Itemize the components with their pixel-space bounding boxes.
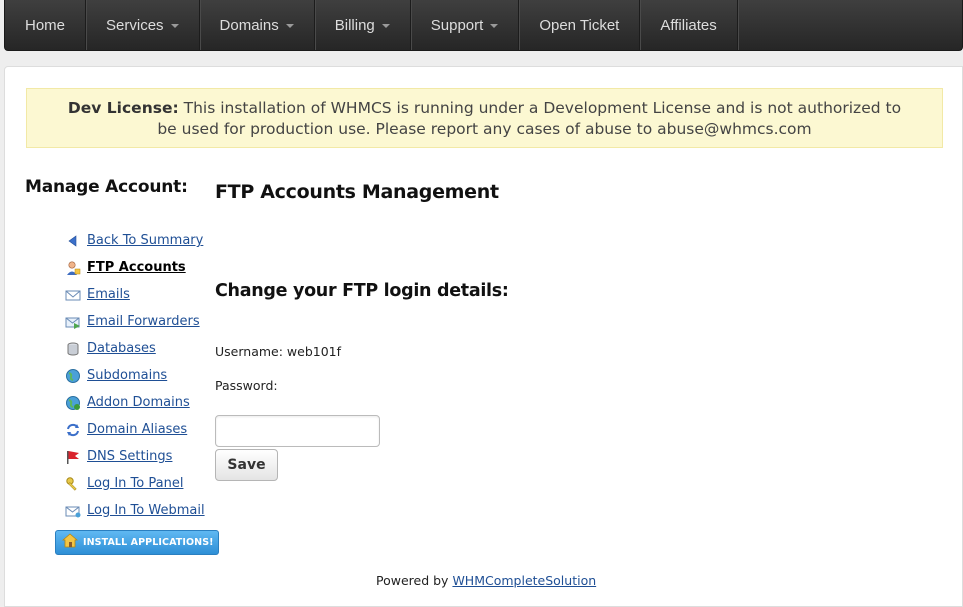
sidebar-item-emails: Emails	[65, 281, 205, 308]
sidebar-link[interactable]: Emails	[87, 287, 130, 302]
sidebar-link[interactable]: Addon Domains	[87, 395, 190, 410]
sidebar-item-log-in-to-webmail: Log In To Webmail	[65, 497, 205, 524]
page-title: FTP Accounts Management	[215, 181, 499, 203]
caret-down-icon	[170, 24, 179, 28]
sidebar-item-log-in-to-panel: Log In To Panel	[65, 470, 205, 497]
nav-item-services[interactable]: Services	[86, 0, 200, 50]
caret-down-icon	[381, 24, 390, 28]
section-title: Change your FTP login details:	[215, 281, 509, 301]
password-label: Password:	[215, 378, 278, 393]
sidebar-link[interactable]: Log In To Panel	[87, 476, 183, 491]
house-icon	[61, 533, 79, 552]
sidebar-item-back-to-summary: Back To Summary	[65, 227, 205, 254]
sidebar-link[interactable]: DNS Settings	[87, 449, 172, 464]
refresh-arrows-icon	[65, 422, 81, 438]
sidebar-link[interactable]: Databases	[87, 341, 156, 356]
install-applications-button[interactable]: INSTALL APPLICATIONS!	[55, 530, 219, 555]
back-arrow-icon	[65, 233, 81, 249]
globe-add-icon	[65, 395, 81, 411]
nav-item-label: Billing	[334, 16, 375, 34]
nav-item-support[interactable]: Support	[411, 0, 520, 50]
red-flag-icon	[65, 449, 81, 465]
username-text: Username: web101f	[215, 344, 342, 359]
top-navbar: Home Services Domains Billing Support Open Ti…	[4, 0, 963, 51]
nav-item-label: Home	[25, 16, 66, 34]
nav-item-label: Affiliates	[660, 16, 717, 34]
sidebar-link[interactable]: Domain Aliases	[87, 422, 187, 437]
sidebar-item-domain-aliases: Domain Aliases	[65, 416, 205, 443]
sidebar-link[interactable]: Email Forwarders	[87, 314, 200, 329]
sidebar-link[interactable]: FTP Accounts	[87, 260, 186, 275]
nav-item-affiliates[interactable]: Affiliates	[640, 0, 738, 50]
sidebar-link[interactable]: Back To Summary	[87, 233, 203, 248]
main-panel: Dev License: This installation of WHMCS …	[4, 66, 963, 607]
sidebar-link[interactable]: Subdomains	[87, 368, 167, 383]
nav-item-label: Domains	[219, 16, 279, 34]
nav-item-domains[interactable]: Domains	[200, 0, 315, 50]
database-icon	[65, 341, 81, 357]
sidebar-menu: Back To Summary FTP Accounts Emails Email F…	[65, 227, 205, 524]
footer: Powered by WHMCompleteSolution	[376, 573, 596, 588]
email-icon	[65, 287, 81, 303]
ftp-user-icon	[65, 260, 81, 276]
sidebar-item-dns-settings: DNS Settings	[65, 443, 205, 470]
caret-down-icon	[285, 24, 294, 28]
nav-item-billing[interactable]: Billing	[315, 0, 411, 50]
dev-license-banner: Dev License: This installation of WHMCS …	[26, 88, 943, 148]
manage-account-title: Manage Account:	[25, 177, 188, 197]
nav-item-label: Services	[106, 16, 164, 34]
nav-item-label: Open Ticket	[539, 16, 620, 34]
caret-down-icon	[490, 24, 499, 28]
sidebar-item-databases: Databases	[65, 335, 205, 362]
nav-item-label: Support	[430, 16, 484, 34]
sidebar-item-addon-domains: Addon Domains	[65, 389, 205, 416]
install-applications-label: INSTALL APPLICATIONS!	[83, 537, 214, 548]
nav-item-open-ticket[interactable]: Open Ticket	[519, 0, 641, 50]
globe-icon	[65, 368, 81, 384]
license-text: This installation of WHMCS is running un…	[157, 99, 902, 138]
sidebar-link[interactable]: Log In To Webmail	[87, 503, 205, 518]
password-input[interactable]	[215, 415, 380, 447]
footer-prefix: Powered by	[376, 573, 453, 588]
sidebar-item-ftp-accounts: FTP Accounts	[65, 254, 205, 281]
sidebar-item-subdomains: Subdomains	[65, 362, 205, 389]
whmcs-link[interactable]: WHMCompleteSolution	[452, 573, 596, 588]
webmail-icon	[65, 503, 81, 519]
sidebar-item-email-forwarders: Email Forwarders	[65, 308, 205, 335]
save-button[interactable]: Save	[215, 449, 278, 481]
email-forward-icon	[65, 314, 81, 330]
nav-item-home[interactable]: Home	[5, 0, 87, 50]
key-icon	[65, 476, 81, 492]
license-label: Dev License:	[67, 99, 179, 117]
